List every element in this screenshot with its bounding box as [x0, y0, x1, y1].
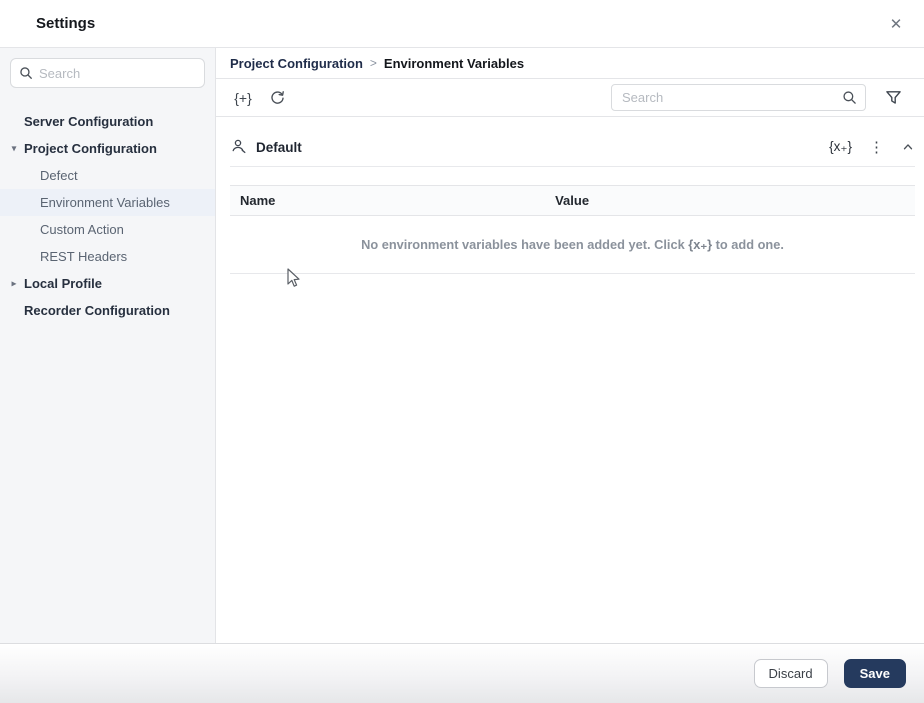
sidebar-search-input[interactable] [39, 65, 196, 81]
add-profile-button[interactable]: {+} [230, 85, 256, 111]
search-icon [20, 67, 32, 79]
refresh-icon [270, 91, 284, 104]
settings-tree: Server Configuration ▾ Project Configura… [0, 108, 215, 324]
column-header-name: Name [230, 185, 546, 216]
chevron-up-icon [903, 144, 913, 150]
sidebar-item-label: REST Headers [40, 249, 128, 264]
breadcrumb: Project Configuration > Environment Vari… [216, 48, 924, 79]
caret-right-icon[interactable]: ▸ [9, 278, 19, 289]
profile-content: Default {x₊} ⋮ Name Value No environment… [216, 117, 924, 643]
save-button[interactable]: Save [843, 659, 906, 688]
add-variable-icon: {x₊} [688, 236, 713, 252]
table-empty-row: No environment variables have been added… [230, 215, 915, 274]
titlebar: Settings ✕ [0, 0, 924, 48]
discard-button[interactable]: Discard [753, 659, 828, 688]
sidebar-item-label: Local Profile [24, 276, 103, 291]
breadcrumb-parent[interactable]: Project Configuration [230, 56, 363, 71]
sidebar-item-environment-variables[interactable]: Environment Variables [0, 189, 215, 216]
add-profile-icon: {+} [234, 89, 252, 106]
variables-search-box[interactable] [611, 84, 866, 111]
main-panel: Project Configuration > Environment Vari… [216, 48, 924, 643]
filter-button[interactable] [880, 85, 906, 111]
caret-down-icon[interactable]: ▾ [9, 143, 19, 154]
close-icon[interactable]: ✕ [884, 12, 908, 36]
sidebar-item-label: Project Configuration [24, 141, 157, 156]
sidebar-item-label: Custom Action [40, 222, 124, 237]
dialog-title: Settings [36, 15, 96, 32]
empty-state-message: No environment variables have been added… [230, 215, 915, 274]
sidebar-item-label: Environment Variables [40, 195, 170, 210]
sidebar-item-rest-headers[interactable]: REST Headers [0, 243, 215, 270]
column-header-value: Value [545, 185, 915, 216]
search-icon [843, 91, 856, 104]
breadcrumb-separator: > [369, 56, 377, 70]
variables-search-input[interactable] [622, 90, 842, 105]
sidebar-item-label: Defect [40, 168, 78, 183]
environment-variables-table: Name Value No environment variables have… [230, 185, 915, 274]
profile-user-icon [232, 139, 246, 154]
collapse-section-button[interactable] [901, 140, 915, 154]
settings-sidebar: Server Configuration ▾ Project Configura… [0, 48, 216, 643]
sidebar-item-local-profile[interactable]: ▸ Local Profile [0, 270, 215, 297]
sidebar-item-custom-action[interactable]: Custom Action [0, 216, 215, 243]
sidebar-item-label: Server Configuration [24, 114, 154, 129]
section-divider [230, 166, 915, 167]
sidebar-item-project-configuration[interactable]: ▾ Project Configuration [0, 135, 215, 162]
sidebar-item-server-configuration[interactable]: Server Configuration [0, 108, 215, 135]
filter-icon [885, 91, 901, 104]
kebab-menu-icon[interactable]: ⋮ [866, 140, 887, 155]
sidebar-item-recorder-configuration[interactable]: Recorder Configuration [0, 297, 215, 324]
empty-message-after: to add one. [712, 236, 784, 252]
sidebar-item-label: Recorder Configuration [24, 303, 170, 318]
settings-dialog: Settings ✕ Server Configuration ▾ Projec… [0, 0, 924, 703]
sidebar-search-box[interactable] [10, 58, 205, 88]
empty-message-before: No environment variables have been added… [361, 236, 689, 252]
dialog-footer: Discard Save [0, 643, 924, 703]
sidebar-item-defect[interactable]: Defect [0, 162, 215, 189]
env-toolbar: {+} [216, 79, 924, 117]
profile-name: Default [256, 139, 302, 155]
profile-header: Default {x₊} ⋮ [230, 128, 915, 166]
add-variable-icon[interactable]: {x₊} [829, 139, 852, 155]
refresh-button[interactable] [264, 85, 290, 111]
breadcrumb-current: Environment Variables [383, 55, 525, 71]
